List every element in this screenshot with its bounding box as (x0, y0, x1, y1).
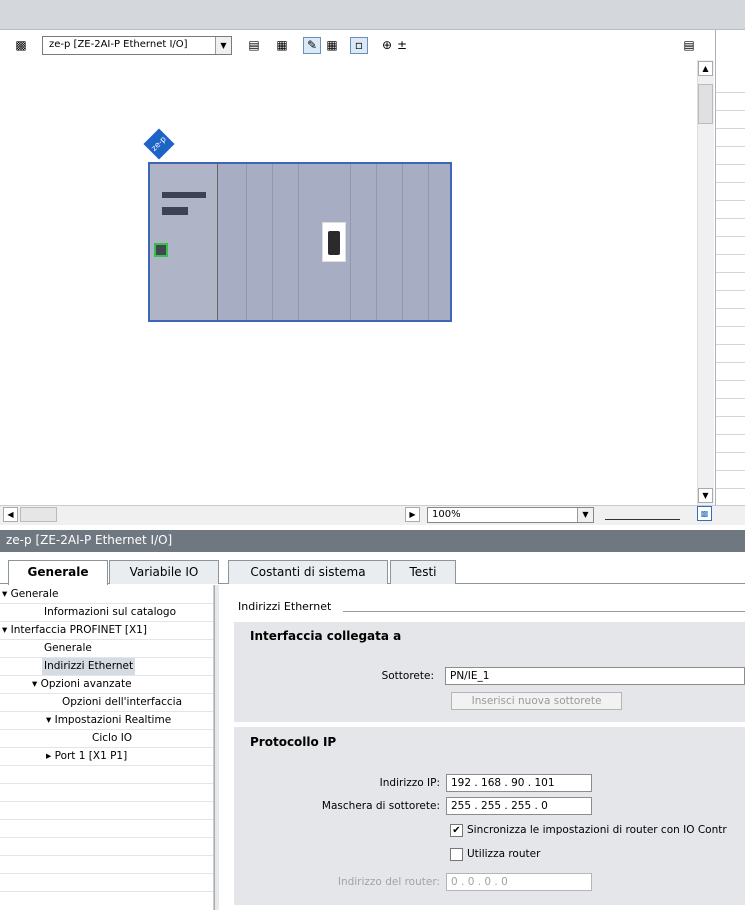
zoom-icon[interactable]: ⊕ (378, 37, 396, 54)
top-strip (0, 0, 745, 30)
horizontal-scroll-thumb[interactable] (20, 507, 57, 522)
caret-down-icon[interactable]: ▾ (46, 714, 55, 726)
nav-item-informazioni-catalogo[interactable]: Informazioni sul catalogo (44, 604, 176, 621)
ip-address-label: Indirizzo IP: (379, 777, 440, 789)
chevron-down-icon[interactable]: ▼ (215, 37, 231, 54)
right-panel (715, 30, 745, 520)
properties-header: ze-p [ZE-2AI-P Ethernet I/O] (0, 530, 745, 552)
nav-item-opzioni-interfaccia[interactable]: Opzioni dell'interfaccia (62, 694, 182, 711)
router-address-field[interactable]: 0 . 0 . 0 . 0 (446, 873, 592, 891)
caret-down-icon[interactable]: ▾ (2, 588, 11, 600)
caret-right-icon[interactable]: ▸ (46, 750, 55, 762)
router-address-label: Indirizzo del router: (337, 876, 440, 888)
status-led (162, 192, 206, 198)
nav-item-interfaccia-profinet[interactable]: ▾ Interfaccia PROFINET [X1] (2, 622, 147, 639)
scroll-up-icon[interactable]: ▲ (698, 61, 713, 76)
device-select[interactable]: ze-p [ZE-2AI-P Ethernet I/O] ▼ (42, 36, 232, 55)
nav-item-generale-interfaccia[interactable]: Generale (44, 640, 92, 657)
nav-item-generale[interactable]: ▾ Generale (2, 586, 58, 603)
subnet-mask-field[interactable]: 255 . 255 . 255 . 0 (446, 797, 592, 815)
device-overview-icon[interactable]: ▤ (245, 37, 263, 54)
overview-navigation-icon[interactable]: ▩ (697, 506, 712, 521)
subnet-mask-label: Maschera di sottorete: (321, 800, 440, 812)
nav-splitter[interactable] (214, 585, 219, 910)
scroll-down-icon[interactable]: ▼ (698, 488, 713, 503)
caret-down-icon[interactable]: ▾ (2, 624, 11, 636)
ip-protocol-group-title: Protocollo IP (250, 735, 337, 749)
scroll-left-icon[interactable]: ◀ (3, 507, 18, 522)
page-break-icon[interactable]: ▫ (350, 37, 368, 54)
nav-item-opzioni-avanzate[interactable]: ▾ Opzioni avanzate (32, 676, 132, 693)
status-led (162, 207, 188, 215)
tab-testi[interactable]: Testi (390, 560, 456, 584)
subnet-field[interactable]: PN/IE_1 (445, 667, 745, 685)
add-subnet-button[interactable]: Inserisci nuova sottorete (451, 692, 622, 710)
caret-down-icon[interactable]: ▾ (32, 678, 41, 690)
vertical-scrollbar[interactable] (697, 60, 714, 505)
io-module-icon[interactable] (322, 222, 346, 262)
scroll-right-icon[interactable]: ▶ (405, 507, 420, 522)
tab-costanti-di-sistema[interactable]: Costanti di sistema (228, 560, 388, 584)
use-router-checkbox[interactable] (450, 848, 463, 861)
zoom-select[interactable]: 100% ▼ (427, 507, 594, 523)
subnet-label: Sottorete: (381, 670, 434, 682)
sync-router-label: Sincronizza le impostazioni di router co… (467, 824, 727, 836)
grid-icon[interactable]: ▦ (323, 37, 341, 54)
interface-group-title: Interfaccia collegata a (250, 629, 402, 643)
show-names-icon[interactable]: ▦ (273, 37, 291, 54)
nav-item-ciclo-io[interactable]: Ciclo IO (92, 730, 132, 747)
chevron-down-icon[interactable]: ▼ (577, 508, 593, 522)
pen-icon[interactable]: ✎ (303, 37, 321, 54)
head-module[interactable] (150, 164, 218, 320)
save-layout-icon[interactable]: ▤ (680, 37, 698, 54)
vertical-scroll-thumb[interactable] (698, 84, 713, 124)
use-router-label: Utilizza router (467, 848, 541, 860)
section-title: Indirizzi Ethernet (238, 600, 332, 613)
zoom-slider[interactable] (605, 512, 680, 520)
tab-generale[interactable]: Generale (8, 560, 108, 585)
zoom-dropdown-icon[interactable]: ± (396, 37, 408, 54)
nav-item-indirizzi-ethernet[interactable]: Indirizzi Ethernet (42, 658, 136, 675)
sync-router-checkbox[interactable]: ✔ (450, 824, 463, 837)
nav-item-port-1[interactable]: ▸ Port 1 [X1 P1] (46, 748, 127, 765)
ip-address-field[interactable]: 192 . 168 . 90 . 101 (446, 774, 592, 792)
network-icon[interactable]: ▩ (12, 37, 30, 54)
tab-variabile-io[interactable]: Variabile IO (109, 560, 219, 584)
device-select-value: ze-p [ZE-2AI-P Ethernet I/O] (49, 39, 188, 50)
nav-item-impostazioni-realtime[interactable]: ▾ Impostazioni Realtime (46, 712, 171, 729)
ethernet-port-icon[interactable] (154, 243, 168, 257)
section-divider (343, 611, 745, 612)
